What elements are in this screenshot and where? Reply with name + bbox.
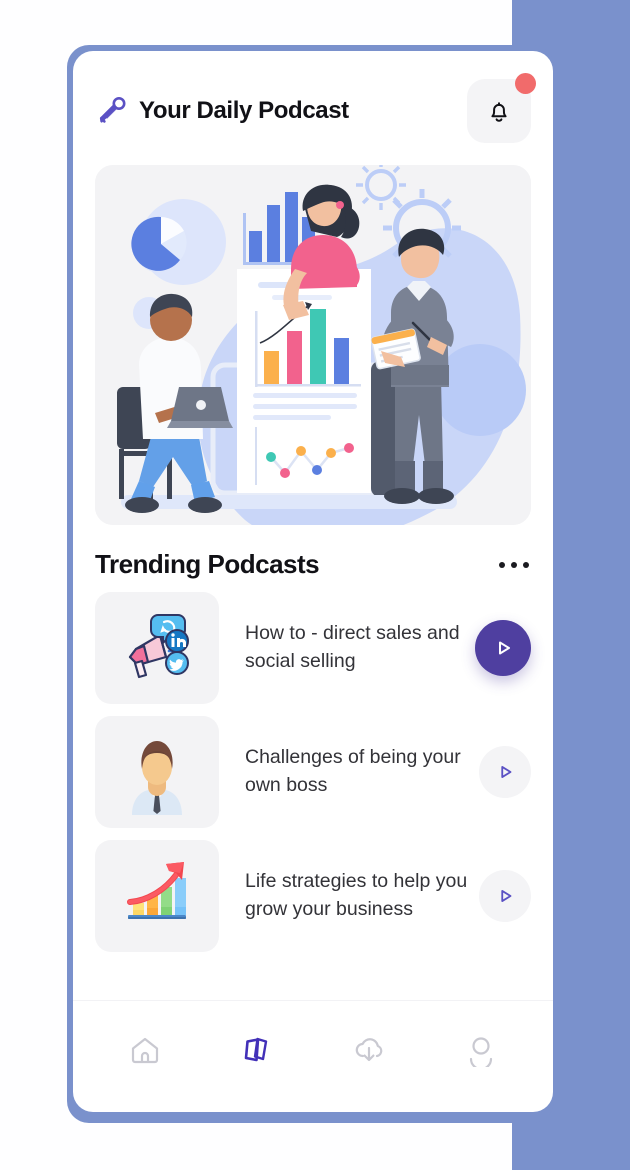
podcast-title: Life strategies to help you grow your bu…: [245, 870, 468, 920]
nav-item-profile[interactable]: [450, 1022, 512, 1078]
play-button[interactable]: [479, 746, 531, 798]
megaphone-social-icon: [128, 614, 189, 679]
more-options-icon: [499, 561, 505, 568]
more-options-icon: [511, 561, 517, 568]
section-header: Trending Podcasts: [73, 525, 553, 586]
nav-item-home[interactable]: [114, 1022, 176, 1078]
play-icon: [501, 890, 512, 902]
notification-badge: [515, 73, 536, 94]
growth-chart-icon: [127, 862, 186, 919]
trending-podcasts-list: How to - direct sales and social selling: [73, 586, 553, 1000]
more-options-icon: [523, 561, 529, 568]
notifications-button[interactable]: [467, 73, 536, 143]
podcast-list-item[interactable]: How to - direct sales and social selling: [95, 592, 531, 704]
bell-icon: [491, 102, 507, 122]
play-button[interactable]: [475, 620, 531, 676]
microphone-icon: [95, 94, 129, 128]
podcast-title: How to - direct sales and social selling: [245, 622, 460, 672]
profile-icon: [469, 1036, 493, 1067]
download-cloud-icon: [355, 1037, 383, 1061]
section-title: Trending Podcasts: [95, 549, 320, 579]
bottom-navigation-bar: [73, 1000, 553, 1112]
podcast-thumbnail: [95, 716, 219, 828]
play-button[interactable]: [479, 870, 531, 922]
play-icon: [501, 766, 512, 778]
podcast-list-item[interactable]: Challenges of being your own boss: [95, 716, 531, 828]
app-screen: Your Daily Podcast Trending Podcasts How…: [0, 0, 630, 1170]
phone-card: Your Daily Podcast Trending Podcasts How…: [73, 51, 553, 1112]
nav-item-library[interactable]: [226, 1022, 288, 1078]
page-title: Your Daily Podcast: [139, 97, 349, 124]
podcast-thumbnail: [95, 592, 219, 704]
podcast-list-item[interactable]: Life strategies to help you grow your bu…: [95, 840, 531, 952]
more-options-button[interactable]: [497, 554, 531, 576]
podcast-title: Challenges of being your own boss: [245, 746, 461, 796]
nav-item-downloads[interactable]: [338, 1022, 400, 1078]
home-icon: [131, 1037, 159, 1063]
app-header: Your Daily Podcast: [73, 51, 553, 153]
cards-library-icon: [244, 1037, 268, 1061]
podcast-thumbnail: [95, 840, 219, 952]
businessman-avatar-icon: [132, 741, 182, 815]
hero-illustration: [95, 165, 531, 525]
play-icon: [499, 641, 510, 655]
